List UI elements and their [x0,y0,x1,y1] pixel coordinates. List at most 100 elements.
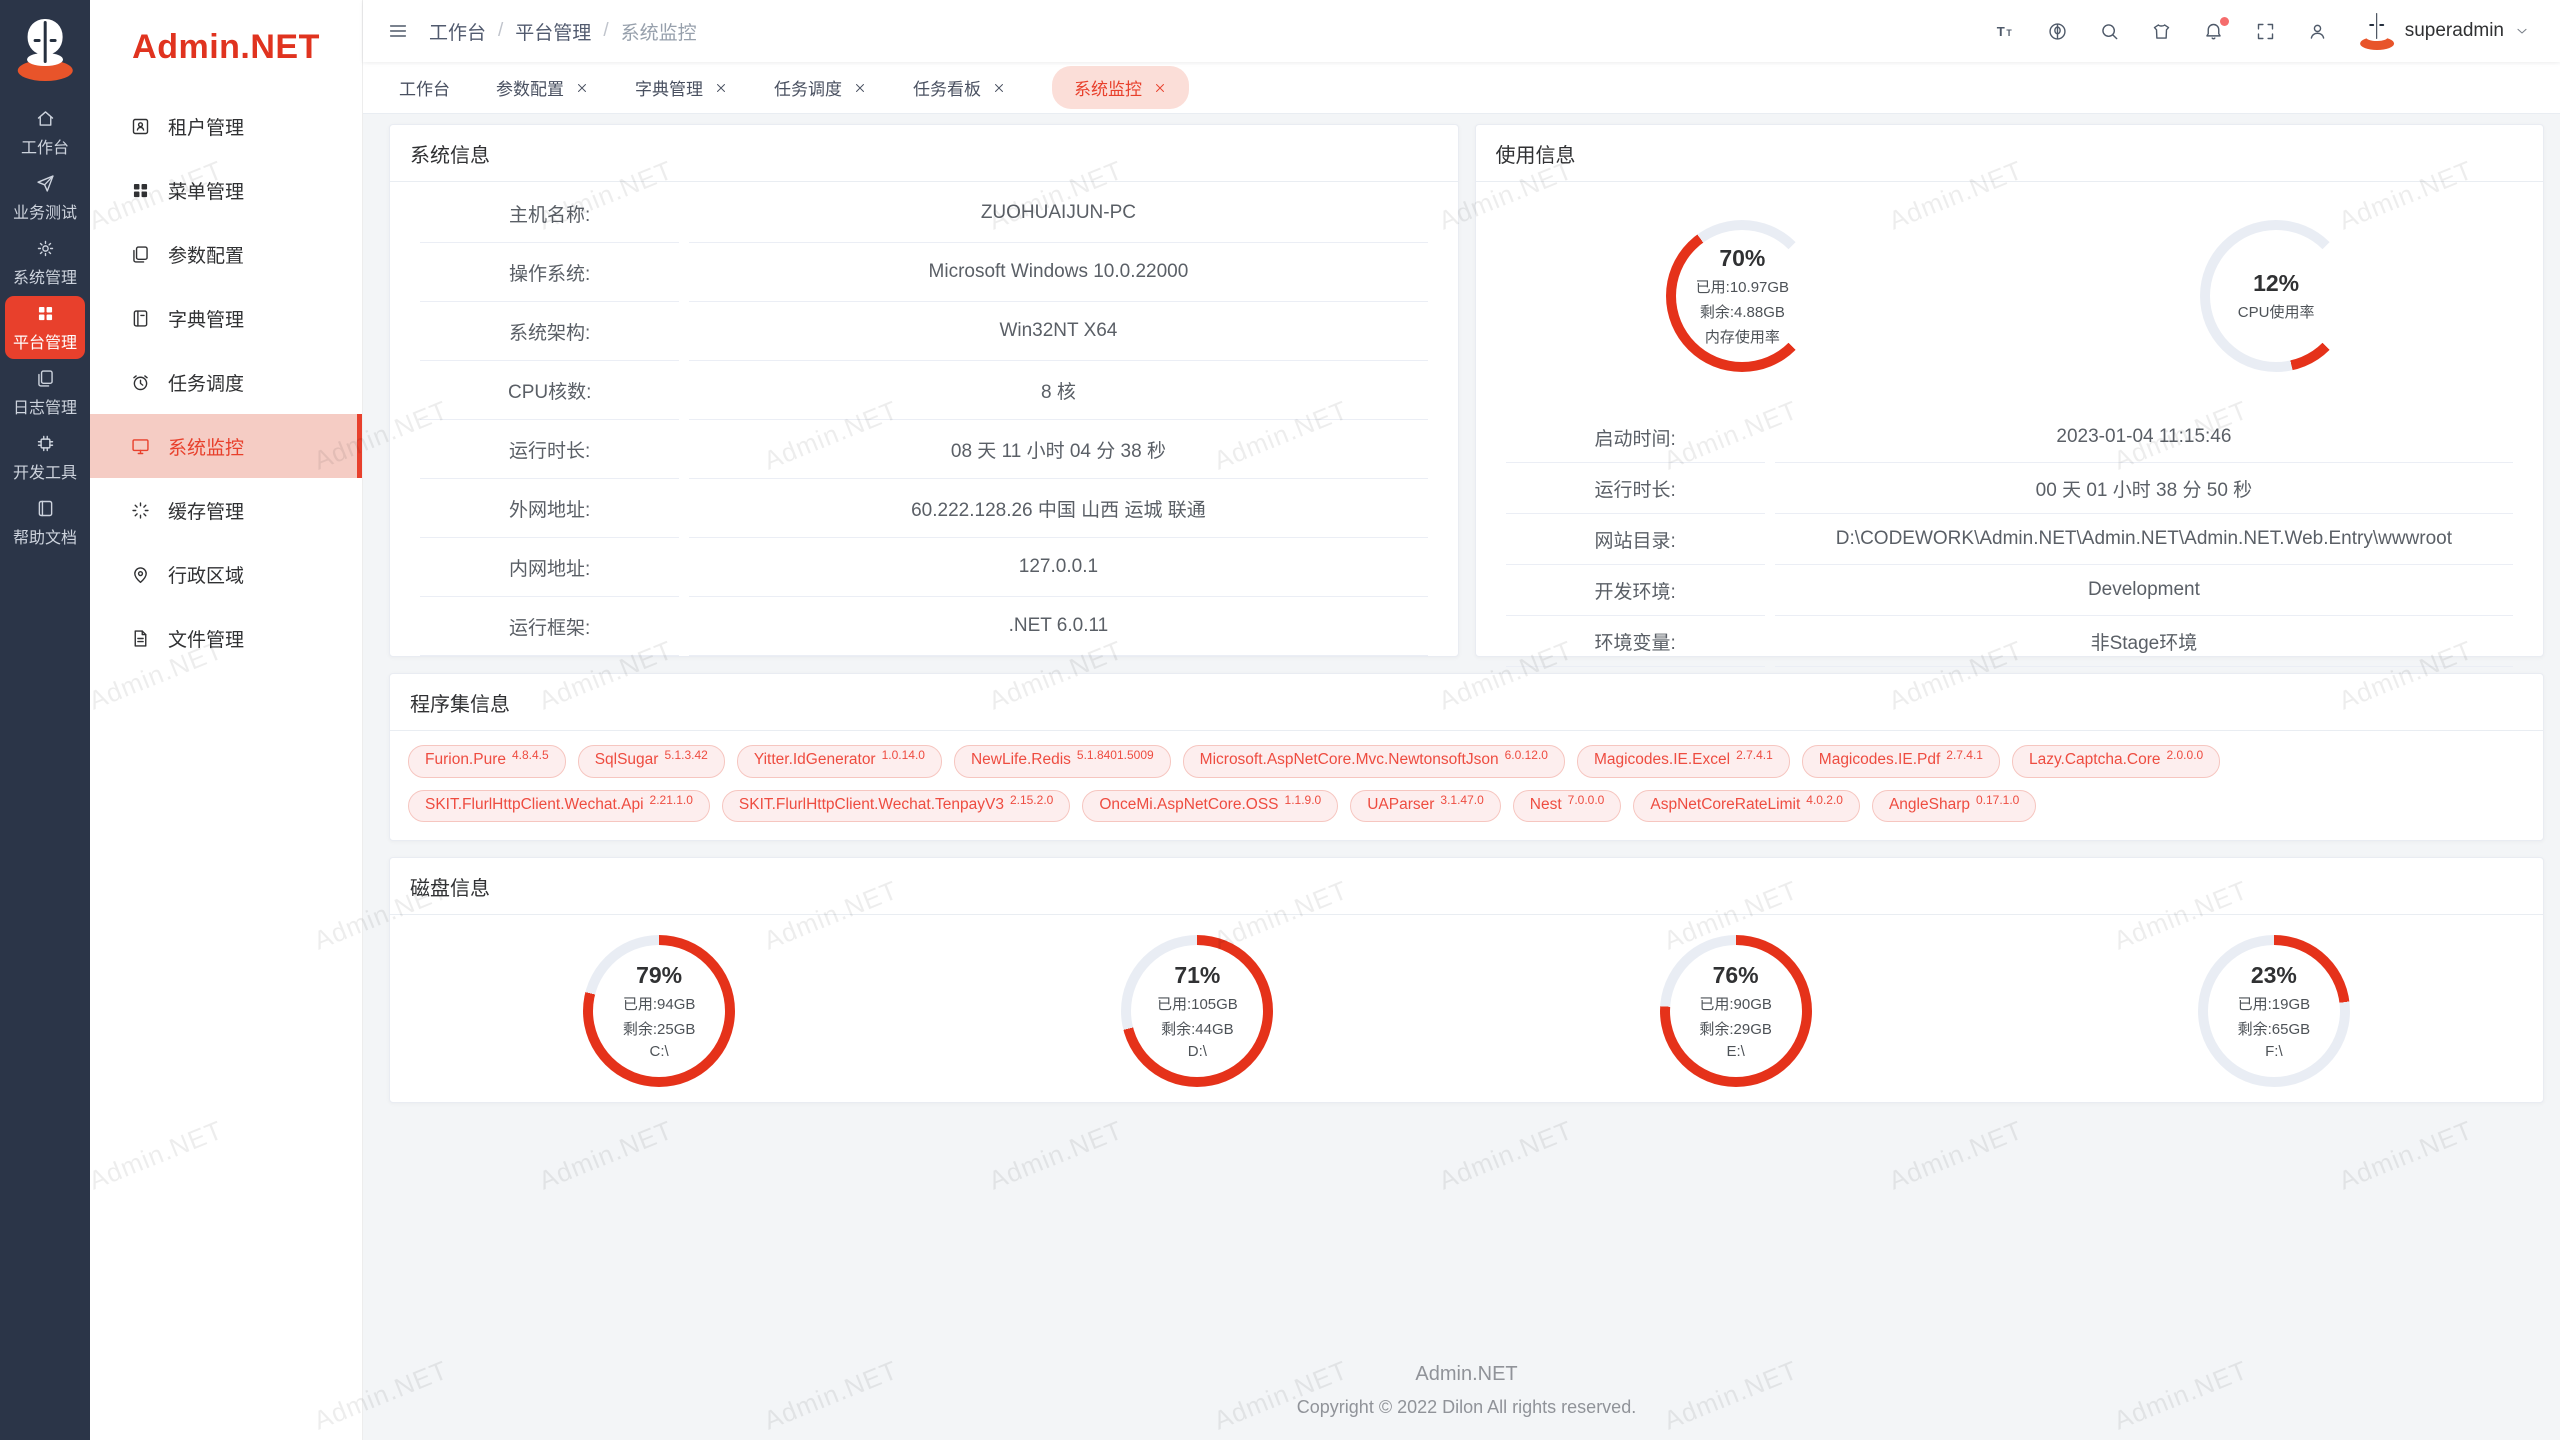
font-size-icon[interactable]: TT [1995,21,2016,42]
breadcrumb-separator: / [603,20,608,42]
donut-percent: 76% [1713,962,1759,989]
table-row: 运行框架:.NET 6.0.11 [420,597,1428,656]
tab-task-board[interactable]: 任务看板 [913,75,1006,100]
tab-workbench[interactable]: 工作台 [399,75,450,100]
disk-info-card: 磁盘信息 79% 已用:94GB 剩余:25GB C:\ [389,857,2544,1103]
breadcrumb-item-current: 系统监控 [621,18,697,45]
app-logo[interactable] [0,0,90,100]
tag-name: OnceMi.AspNetCore.OSS [1099,796,1278,815]
tab-dict[interactable]: 字典管理 [635,75,728,100]
donut-line: 剩余:44GB [1161,1018,1234,1039]
rail-item-label: 工作台 [21,134,69,158]
breadcrumb-item[interactable]: 工作台 [429,18,486,45]
row-label: 外网地址: [420,479,679,538]
row-value: .NET 6.0.11 [689,597,1427,656]
table-row: 启动时间:2023-01-04 11:15:46 [1506,412,2514,463]
table-row: CPU核数:8 核 [420,361,1428,420]
assembly-tag: AngleSharp0.17.1.0 [1872,790,2036,823]
assemblies-card: 程序集信息 Furion.Pure4.8.4.5 SqlSugar5.1.3.4… [389,673,2544,841]
close-icon[interactable] [575,81,589,95]
tag-name: AspNetCoreRateLimit [1650,796,1800,815]
profile-icon[interactable] [2307,21,2328,42]
donut-percent: 79% [636,962,682,989]
row-label: 环境变量: [1506,616,1765,667]
tag-version: 2.21.1.0 [650,793,693,807]
rail-item-workbench[interactable]: 工作台 [5,101,85,164]
sidebar-item-region[interactable]: 行政区域 [90,542,362,606]
memory-usage-gauge: 70% 已用:10.97GB 剩余:4.88GB 内存使用率 [1666,220,1818,372]
rail-item-business-test[interactable]: 业务测试 [5,166,85,229]
row-value: 60.222.128.26 中国 山西 运城 联通 [689,479,1427,538]
collapse-menu-icon[interactable] [387,20,409,42]
tag-version: 7.0.0.0 [1568,793,1605,807]
sidebar-item-cache[interactable]: 缓存管理 [90,478,362,542]
sidebar-item-params[interactable]: 参数配置 [90,222,362,286]
theme-icon[interactable] [2151,21,2172,42]
gear-icon [35,238,56,259]
notification-icon[interactable] [2203,21,2224,42]
sidebar-item-menu[interactable]: 菜单管理 [90,158,362,222]
notification-badge [2220,17,2229,26]
tag-name: SKIT.FlurlHttpClient.Wechat.Api [425,796,644,815]
donut-line: 已用:19GB [2238,993,2311,1014]
row-label: 系统架构: [420,302,679,361]
disk-donuts: 79% 已用:94GB 剩余:25GB C:\ 71% 已用:105GB [390,915,2543,1107]
rail-item-log-mgmt[interactable]: 日志管理 [5,361,85,424]
sidebar-item-task-sched[interactable]: 任务调度 [90,350,362,414]
main-area: 工作台 / 平台管理 / 系统监控 TT [363,0,2560,1440]
table-row: 主机名称:ZUOHUAIJUN-PC [420,184,1428,243]
copy-icon [35,368,56,389]
tab-task-sched[interactable]: 任务调度 [774,75,867,100]
assembly-tag: Yitter.IdGenerator1.0.14.0 [737,745,942,778]
rail-item-help-docs[interactable]: 帮助文档 [5,491,85,554]
sidebar-item-tenant[interactable]: 租户管理 [90,94,362,158]
tab-system-monitor[interactable]: 系统监控 [1052,66,1189,109]
close-icon[interactable] [853,81,867,95]
fullscreen-icon[interactable] [2255,21,2276,42]
loading-icon [130,500,151,521]
sidebar-item-label: 菜单管理 [168,177,244,204]
rail-item-system-mgmt[interactable]: 系统管理 [5,231,85,294]
chevron-down-icon [2514,23,2530,39]
sidebar-item-system-monitor[interactable]: 系统监控 [90,414,362,478]
rail-item-label: 帮助文档 [13,524,77,548]
tag-version: 2.7.4.1 [1946,748,1983,762]
tab-label: 工作台 [399,75,450,100]
tag-version: 1.0.14.0 [882,748,925,762]
language-icon[interactable] [2047,21,2068,42]
donut-line: 已用:105GB [1157,993,1238,1014]
gauge-line: 内存使用率 [1705,326,1780,347]
disk-c-donut: 79% 已用:94GB 剩余:25GB C:\ [583,935,735,1087]
tag-version: 3.1.47.0 [1440,793,1483,807]
sidebar-item-dict[interactable]: 字典管理 [90,286,362,350]
search-icon[interactable] [2099,21,2120,42]
tag-version: 4.8.4.5 [512,748,549,762]
tab-params[interactable]: 参数配置 [496,75,589,100]
close-icon[interactable] [714,81,728,95]
disk-e-donut: 76% 已用:90GB 剩余:29GB E:\ [1660,935,1812,1087]
tag-version: 4.0.2.0 [1806,793,1843,807]
assembly-tag: Magicodes.IE.Excel2.7.4.1 [1577,745,1790,778]
table-row: 网站目录:D:\CODEWORK\Admin.NET\Admin.NET\Adm… [1506,514,2514,565]
book-icon [35,498,56,519]
row-label: 操作系统: [420,243,679,302]
usage-info-card: 使用信息 70% 已用:10.97GB 剩余:4.88GB 内存使用率 [1475,124,2545,657]
assembly-tag: Furion.Pure4.8.4.5 [408,745,566,778]
donut-percent: 71% [1174,962,1220,989]
gauge-percent: 12% [2253,270,2299,297]
avatar [2359,12,2395,50]
rail-item-dev-tools[interactable]: 开发工具 [5,426,85,489]
secondary-sidebar: Admin.NET 租户管理 菜单管理 参数配置 字典管理 任务调度 [90,0,363,1440]
row-value: 2023-01-04 11:15:46 [1775,412,2513,463]
breadcrumb-item[interactable]: 平台管理 [515,18,591,45]
user-menu[interactable]: superadmin [2359,12,2530,50]
row-label: CPU核数: [420,361,679,420]
table-row: 外网地址:60.222.128.26 中国 山西 运城 联通 [420,479,1428,538]
row-value: 127.0.0.1 [689,538,1427,597]
close-icon[interactable] [992,81,1006,95]
close-icon[interactable] [1153,81,1167,95]
sidebar-item-files[interactable]: 文件管理 [90,606,362,670]
row-value: Microsoft Windows 10.0.22000 [689,243,1427,302]
row-label: 启动时间: [1506,412,1765,463]
rail-item-platform-mgmt[interactable]: 平台管理 [5,296,85,359]
